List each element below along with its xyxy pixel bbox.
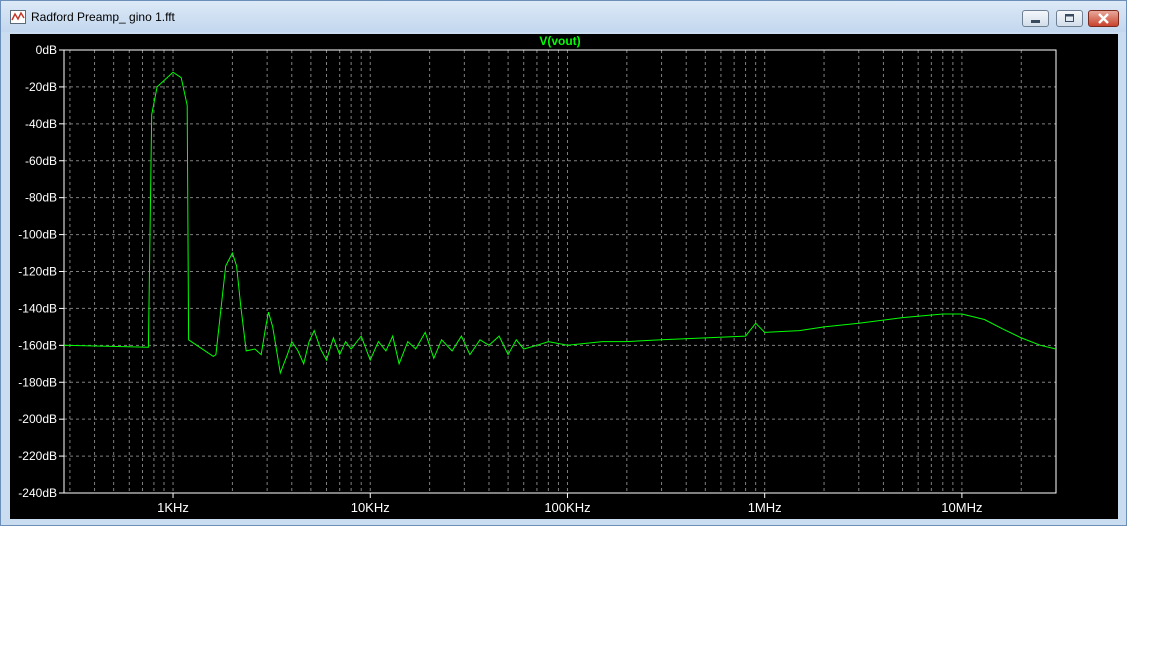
y-tick-label: -160dB — [18, 338, 57, 352]
close-button[interactable] — [1088, 10, 1119, 27]
y-tick-label: 0dB — [36, 43, 57, 57]
window-title: Radford Preamp_ gino 1.fft — [31, 10, 175, 24]
minimize-icon — [1031, 20, 1040, 23]
y-tick-label: -120dB — [18, 265, 57, 279]
y-tick-label: -100dB — [18, 228, 57, 242]
title-bar[interactable]: Radford Preamp_ gino 1.fft — [1, 1, 1126, 32]
y-tick-label: -180dB — [18, 375, 57, 389]
maximize-button[interactable] — [1056, 10, 1083, 27]
x-tick-label: 1KHz — [157, 500, 189, 515]
trace-line-vout — [63, 71, 1057, 375]
x-tick-label: 10MHz — [941, 500, 982, 515]
y-tick-label: -220dB — [18, 449, 57, 463]
y-tick-label: -80dB — [25, 191, 57, 205]
fft-chart: 0dB -20dB -40dB -60dB -80dB -100dB -120dB -140d… — [18, 34, 1057, 515]
x-tick-label: 100KHz — [544, 500, 590, 515]
fft-plot-area[interactable]: 0dB -20dB -40dB -60dB -80dB -100dB -120dB -140d… — [10, 34, 1118, 519]
x-tick-label: 10KHz — [351, 500, 390, 515]
plot-frame — [63, 49, 1057, 494]
y-tick-label: -240dB — [18, 486, 57, 500]
x-tick-label: 1MHz — [748, 500, 782, 515]
maximize-icon — [1065, 14, 1074, 22]
y-tick-label: -20dB — [25, 80, 57, 94]
minimize-button[interactable] — [1022, 10, 1049, 27]
y-tick-label: -60dB — [25, 154, 57, 168]
y-tick-label: -200dB — [18, 412, 57, 426]
app-window: Radford Preamp_ gino 1.fft 0dB -20dB -40dB… — [0, 0, 1127, 526]
y-tick-label: -40dB — [25, 117, 57, 131]
waveform-icon — [10, 10, 26, 24]
chart-title: V(vout) — [539, 34, 580, 48]
y-tick-label: -140dB — [18, 301, 57, 315]
close-icon — [1098, 13, 1109, 24]
